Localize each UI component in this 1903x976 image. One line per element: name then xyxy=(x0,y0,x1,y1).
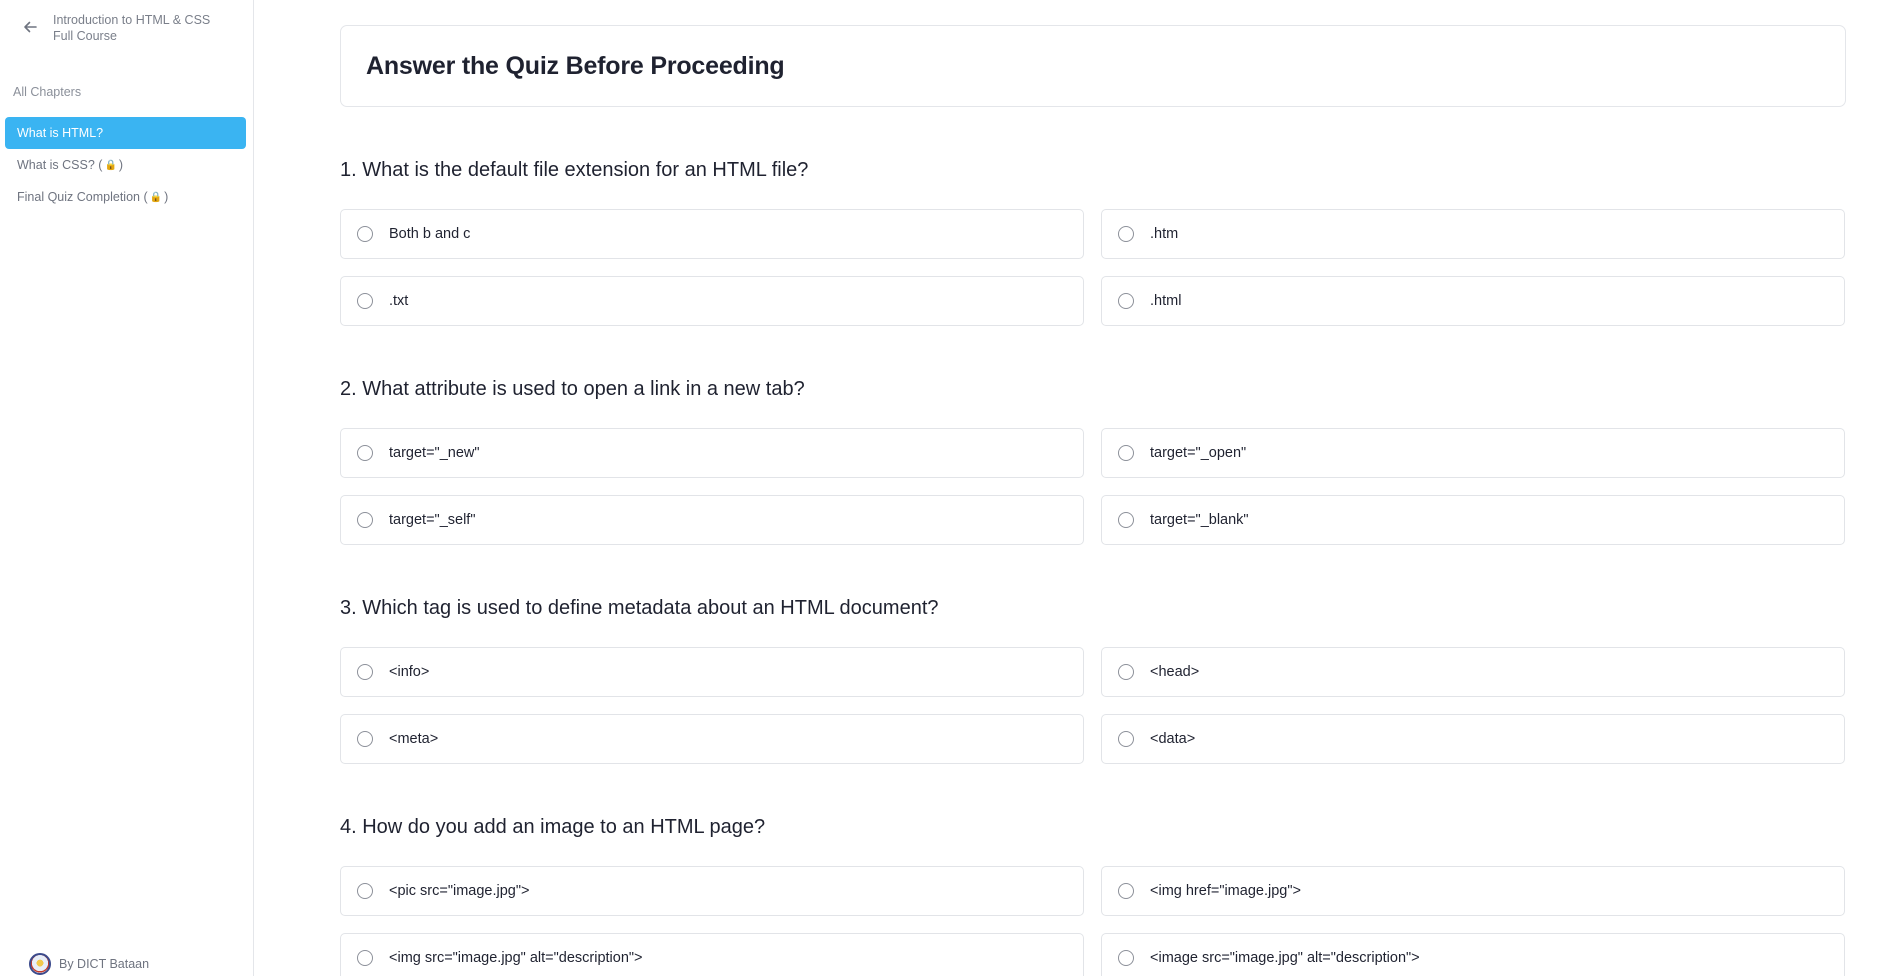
radio-button[interactable] xyxy=(357,883,373,899)
question-4: 4. How do you add an image to an HTML pa… xyxy=(340,812,1846,976)
answer-option[interactable]: target="_new" xyxy=(340,428,1084,478)
answer-option[interactable]: target="_open" xyxy=(1101,428,1845,478)
quiz-title: Answer the Quiz Before Proceeding xyxy=(366,51,785,80)
radio-button[interactable] xyxy=(1118,950,1134,966)
option-label: <img src="image.jpg" alt="description"> xyxy=(389,950,643,966)
radio-button[interactable] xyxy=(357,664,373,680)
answer-option[interactable]: <meta> xyxy=(340,714,1084,764)
option-label: <head> xyxy=(1150,664,1200,680)
options-grid: target="_new" target="_open" target="_se… xyxy=(340,428,1846,545)
radio-button[interactable] xyxy=(357,950,373,966)
answer-option[interactable]: <img src="image.jpg" alt="description"> xyxy=(340,933,1084,976)
answer-option[interactable]: target="_self" xyxy=(340,495,1084,545)
radio-button[interactable] xyxy=(1118,293,1134,309)
chapter-item-what-is-html[interactable]: What is HTML? xyxy=(5,117,246,149)
question-3: 3. Which tag is used to define metadata … xyxy=(340,593,1846,764)
back-arrow-icon[interactable] xyxy=(20,17,40,37)
chapter-label: What is HTML? xyxy=(17,126,104,140)
main-content: Answer the Quiz Before Proceeding 1. Wha… xyxy=(254,0,1903,976)
answer-option[interactable]: <img href="image.jpg"> xyxy=(1101,866,1845,916)
lock-icon: 🔒 xyxy=(149,191,163,203)
app-root: Introduction to HTML & CSS Full Course A… xyxy=(0,0,1903,976)
radio-button[interactable] xyxy=(1118,883,1134,899)
chapter-item-what-is-css[interactable]: What is CSS? (🔒) xyxy=(5,149,246,181)
sidebar: Introduction to HTML & CSS Full Course A… xyxy=(0,0,254,976)
option-label: Both b and c xyxy=(389,226,471,242)
radio-button[interactable] xyxy=(357,512,373,528)
answer-option[interactable]: .htm xyxy=(1101,209,1845,259)
answer-option[interactable]: <data> xyxy=(1101,714,1845,764)
radio-button[interactable] xyxy=(1118,512,1134,528)
chapters-label: All Chapters xyxy=(13,85,82,99)
option-label: .html xyxy=(1150,293,1182,309)
radio-button[interactable] xyxy=(357,226,373,242)
answer-option[interactable]: <head> xyxy=(1101,647,1845,697)
answer-option[interactable]: target="_blank" xyxy=(1101,495,1845,545)
options-grid: Both b and c .htm .txt .html xyxy=(340,209,1846,326)
course-title: Introduction to HTML & CSS Full Course xyxy=(53,13,211,43)
options-grid: <info> <head> <meta> <data> xyxy=(340,647,1846,764)
option-label: <info> xyxy=(389,664,430,680)
dict-logo-icon xyxy=(29,953,51,975)
radio-button[interactable] xyxy=(357,445,373,461)
question-text: 4. How do you add an image to an HTML pa… xyxy=(340,816,766,838)
option-label: <meta> xyxy=(389,731,439,747)
radio-button[interactable] xyxy=(357,731,373,747)
option-label: .txt xyxy=(389,293,409,309)
option-label: <img href="image.jpg"> xyxy=(1150,883,1301,899)
quiz-header: Answer the Quiz Before Proceeding xyxy=(340,25,1846,107)
radio-button[interactable] xyxy=(1118,731,1134,747)
option-label: <data> xyxy=(1150,731,1196,747)
answer-option[interactable]: Both b and c xyxy=(340,209,1084,259)
option-label: <image src="image.jpg" alt="description"… xyxy=(1150,950,1420,966)
answer-option[interactable]: <image src="image.jpg" alt="description"… xyxy=(1101,933,1845,976)
answer-option[interactable]: <info> xyxy=(340,647,1084,697)
chapter-label: Final Quiz Completion xyxy=(17,190,140,204)
question-2: 2. What attribute is used to open a link… xyxy=(340,374,1846,545)
question-text: 3. Which tag is used to define metadata … xyxy=(340,597,939,619)
course-header: Introduction to HTML & CSS Full Course xyxy=(20,12,233,44)
option-label: target="_blank" xyxy=(1150,512,1249,528)
lock-icon: 🔒 xyxy=(104,159,117,171)
option-label: target="_open" xyxy=(1150,445,1247,461)
question-1: 1. What is the default file extension fo… xyxy=(340,155,1846,326)
radio-button[interactable] xyxy=(1118,445,1134,461)
brand-text: By DICT Bataan xyxy=(59,957,150,971)
chapter-list: What is HTML? What is CSS? (🔒) Final Qui… xyxy=(5,117,246,213)
option-label: .htm xyxy=(1150,226,1179,242)
option-label: <pic src="image.jpg"> xyxy=(389,883,530,899)
answer-option[interactable]: .txt xyxy=(340,276,1084,326)
answer-option[interactable]: .html xyxy=(1101,276,1845,326)
radio-button[interactable] xyxy=(357,293,373,309)
question-text: 1. What is the default file extension fo… xyxy=(340,159,809,181)
option-label: target="_self" xyxy=(389,512,476,528)
options-grid: <pic src="image.jpg"> <img href="image.j… xyxy=(340,866,1846,976)
brand-footer: By DICT Bataan xyxy=(29,953,149,975)
answer-option[interactable]: <pic src="image.jpg"> xyxy=(340,866,1084,916)
radio-button[interactable] xyxy=(1118,226,1134,242)
chapter-label: What is CSS? xyxy=(17,158,95,172)
option-label: target="_new" xyxy=(389,445,480,461)
chapter-item-final-quiz[interactable]: Final Quiz Completion (🔒) xyxy=(5,181,246,213)
question-text: 2. What attribute is used to open a link… xyxy=(340,378,805,400)
radio-button[interactable] xyxy=(1118,664,1134,680)
